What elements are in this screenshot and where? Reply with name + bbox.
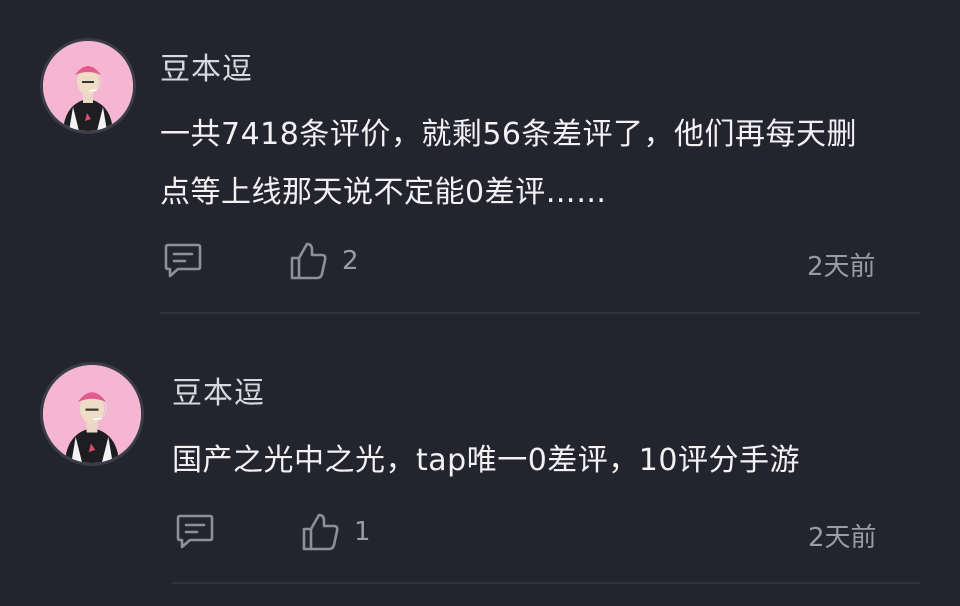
timestamp: 2天前 (807, 252, 876, 282)
comment-bubble-icon[interactable] (175, 513, 215, 551)
avatar[interactable] (40, 362, 144, 466)
like-count: 1 (354, 517, 371, 547)
thumbs-up-icon[interactable] (288, 240, 330, 282)
avatar-image (43, 41, 133, 131)
like-count: 2 (342, 246, 359, 276)
comment-text: 一共7418条评价，就剩56条差评了，他们再每天删 点等上线那天说不定能0差评…… (160, 106, 940, 222)
username[interactable]: 豆本逗 (172, 368, 265, 412)
comment-text-line: 国产之光中之光，tap唯一0差评，10评分手游 (172, 443, 800, 478)
comment-text-line: 点等上线那天说不定能0差评…… (160, 175, 607, 210)
avatar[interactable] (40, 38, 136, 134)
comment-text-line: 一共7418条评价，就剩56条差评了，他们再每天删 (160, 117, 858, 152)
avatar-image (43, 365, 141, 463)
divider (172, 582, 920, 584)
comment-item: 豆本逗 一共7418条评价，就剩56条差评了，他们再每天删 点等上线那天说不定能… (0, 0, 960, 315)
comment-item: 豆本逗 国产之光中之光，tap唯一0差评，10评分手游 1 2天前 (0, 330, 960, 606)
thumbs-up-icon[interactable] (300, 511, 342, 553)
username[interactable]: 豆本逗 (160, 44, 253, 88)
comment-bubble-icon[interactable] (163, 242, 203, 280)
comment-text: 国产之光中之光，tap唯一0差评，10评分手游 (172, 432, 932, 490)
timestamp: 2天前 (808, 523, 877, 553)
divider (160, 312, 920, 314)
